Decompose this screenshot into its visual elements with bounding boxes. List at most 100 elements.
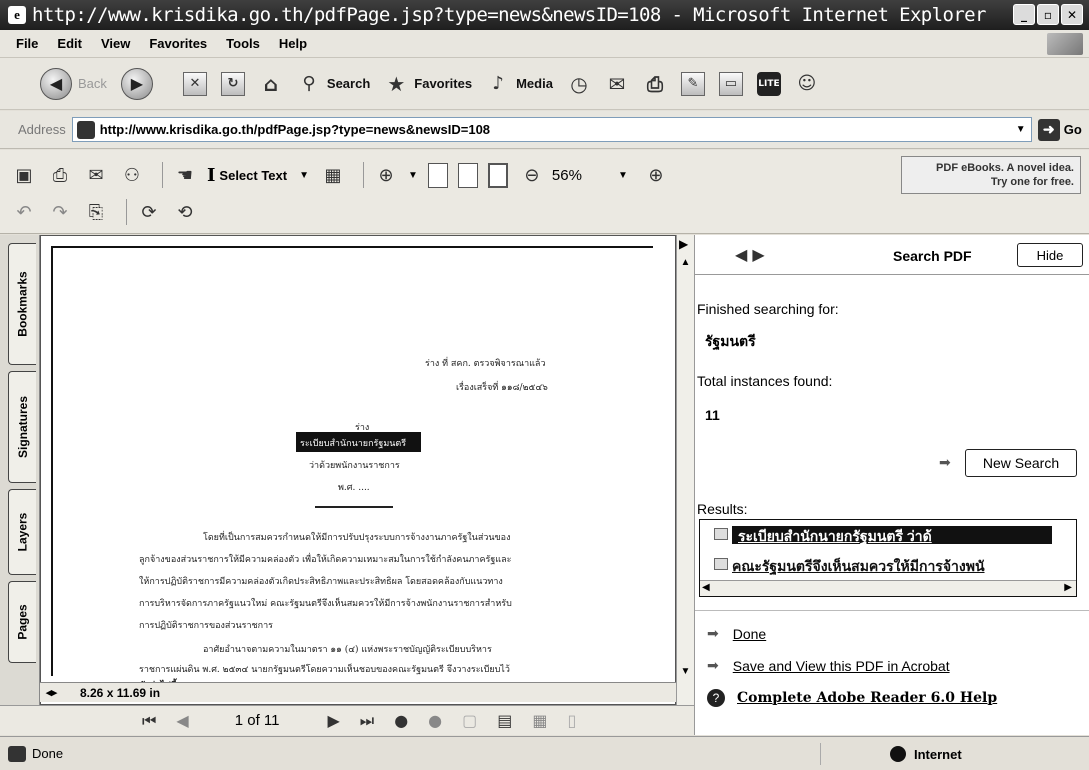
go-button[interactable]: ➜ Go xyxy=(1037,118,1082,141)
chevron-down-icon[interactable]: ▼ xyxy=(299,170,309,181)
back-button-label[interactable]: Back xyxy=(78,76,107,91)
go-forward-view-icon[interactable]: ● xyxy=(428,711,442,730)
menu-help[interactable]: Help xyxy=(279,36,307,51)
print-icon[interactable]: ⎙ xyxy=(643,72,667,96)
scroll-right-icon[interactable]: ▶ xyxy=(1064,582,1072,593)
media-icon[interactable]: ♪ xyxy=(486,72,510,96)
new-search-button[interactable]: New Search xyxy=(965,449,1077,477)
menu-edit[interactable]: Edit xyxy=(57,36,82,51)
fit-page-icon[interactable] xyxy=(457,162,478,188)
search-icon[interactable]: ⚲ xyxy=(297,72,321,96)
print-icon[interactable]: ⎙ xyxy=(46,161,74,189)
go-label[interactable]: Go xyxy=(1064,122,1082,137)
back-forward-arrows-icon[interactable]: ◀ ▶ xyxy=(735,245,765,264)
zoom-level[interactable]: 56% xyxy=(552,167,582,184)
favorites-star-icon[interactable]: ★ xyxy=(384,72,408,96)
facing-pages-icon[interactable]: ▦ xyxy=(532,711,547,730)
horizontal-scrollbar[interactable]: ◀ ▶ xyxy=(700,580,1076,596)
rotate-counterclockwise-icon[interactable]: ⟲ xyxy=(171,198,199,226)
maximize-button[interactable]: ▫ xyxy=(1037,4,1059,25)
tab-signatures[interactable]: Signatures xyxy=(8,371,36,483)
select-text-label[interactable]: Select Text xyxy=(219,168,287,183)
save-acrobat-link-text[interactable]: Save and View this PDF in Acrobat xyxy=(733,658,950,674)
forward-arrow-icon[interactable]: ▶ xyxy=(120,67,153,100)
zoom-out-icon[interactable]: ⊖ xyxy=(518,161,546,189)
pane-toggle-icon[interactable]: ▶ xyxy=(679,237,688,251)
result-item[interactable]: คณะรัฐมนตรีจึงเห็นสมควรให้มีการจ้างพนั xyxy=(732,556,1068,578)
chevron-down-icon[interactable]: ▼ xyxy=(408,170,418,181)
ie-window: e http://www.krisdika.go.th/pdfPage.jsp?… xyxy=(0,0,1089,770)
scroll-down-icon[interactable]: ▼ xyxy=(678,666,693,681)
next-page-icon[interactable]: ▶ xyxy=(327,711,339,730)
rotate-forward-icon[interactable]: ↷ xyxy=(46,198,74,226)
tab-bookmarks[interactable]: Bookmarks xyxy=(8,243,36,365)
vertical-scrollbar[interactable]: ▶ ▲ ▼ xyxy=(676,235,694,705)
menu-file[interactable]: File xyxy=(16,36,38,51)
result-item[interactable]: ระเบียบสำนักนายกรัฐมนตรี ว่าด้ xyxy=(732,526,1052,544)
refresh-icon[interactable]: ↻ xyxy=(220,71,245,96)
find-binoculars-icon[interactable]: ⚇ xyxy=(118,161,146,189)
doc-center-4: พ.ศ. .... xyxy=(338,483,370,493)
close-button[interactable]: ✕ xyxy=(1061,4,1083,25)
media-button[interactable]: Media xyxy=(516,76,553,91)
result-item-text[interactable]: ระเบียบสำนักนายกรัฐมนตรี ว่าด้ xyxy=(738,528,932,544)
doc-para-line: ให้การปฏิบัติราชการมีความคล่องตัวเกิดประ… xyxy=(139,577,503,587)
menu-favorites[interactable]: Favorites xyxy=(149,36,207,51)
help-link[interactable]: ? Complete Adobe Reader 6.0 Help xyxy=(707,689,997,707)
actual-size-icon[interactable] xyxy=(427,162,448,188)
select-text-tool[interactable]: I Select Text ▼ xyxy=(207,165,309,186)
messenger-icon[interactable]: ☺ xyxy=(795,72,819,96)
mail-icon[interactable]: ✉ xyxy=(605,72,629,96)
ebook-ad-button[interactable]: PDF eBooks. A novel idea. Try one for fr… xyxy=(901,156,1081,194)
menu-tools[interactable]: Tools xyxy=(226,36,260,51)
fit-width-icon[interactable] xyxy=(487,162,508,188)
menu-view[interactable]: View xyxy=(101,36,130,51)
favorites-button[interactable]: Favorites xyxy=(414,76,472,91)
go-arrow-icon[interactable]: ➜ xyxy=(1037,118,1060,141)
first-page-icon[interactable]: ⏮ xyxy=(142,711,156,731)
pdf-document-view[interactable]: ร่าง ที่ สคก. ตรวจพิจารณาแล้ว เรื่องเสร็… xyxy=(40,235,676,705)
address-url[interactable]: http://www.krisdika.go.th/pdfPage.jsp?ty… xyxy=(100,122,1011,137)
done-link[interactable]: ➡ Done xyxy=(707,625,766,642)
rotate-back-icon[interactable]: ↶ xyxy=(10,198,38,226)
split-handle-icon[interactable]: ◂▸ xyxy=(46,686,57,699)
minimize-button[interactable]: _ xyxy=(1013,4,1035,25)
messenger-lite-icon[interactable]: LITE xyxy=(756,71,781,96)
edit-icon[interactable]: ✎ xyxy=(680,71,705,96)
copy-icon[interactable]: ⎘ xyxy=(82,198,110,226)
zoom-in-icon[interactable]: ⊕ xyxy=(642,161,670,189)
continuous-page-icon[interactable]: ▤ xyxy=(497,711,512,730)
last-page-icon[interactable]: ⏭ xyxy=(360,711,374,731)
help-link-text[interactable]: Complete Adobe Reader 6.0 Help xyxy=(737,690,997,706)
scroll-up-icon[interactable]: ▲ xyxy=(678,257,693,272)
address-input[interactable]: http://www.krisdika.go.th/pdfPage.jsp?ty… xyxy=(71,117,1032,142)
chevron-down-icon[interactable]: ▼ xyxy=(618,170,628,181)
history-icon[interactable]: ◷ xyxy=(567,72,591,96)
save-icon[interactable]: ▣ xyxy=(10,161,38,189)
page-indicator[interactable]: 1 of 11 xyxy=(235,712,280,729)
discuss-icon[interactable]: ▭ xyxy=(718,71,743,96)
status-bar: Done Internet xyxy=(0,736,1089,770)
search-button[interactable]: Search xyxy=(327,76,370,91)
snapshot-icon[interactable]: ▦ xyxy=(319,161,347,189)
save-acrobat-link[interactable]: ➡ Save and View this PDF in Acrobat xyxy=(707,657,950,674)
zoom-in-icon[interactable]: ⊕ xyxy=(372,161,400,189)
hide-button[interactable]: Hide xyxy=(1017,243,1083,267)
chevron-down-icon[interactable]: ▼ xyxy=(1011,124,1031,135)
email-icon[interactable]: ✉ xyxy=(82,161,110,189)
home-icon[interactable]: ⌂ xyxy=(259,72,283,96)
doc-center-2: ระเบียบสำนักนายกรัฐมนตรี xyxy=(300,439,407,449)
go-back-view-icon[interactable]: ● xyxy=(394,711,408,730)
tab-pages[interactable]: Pages xyxy=(8,581,36,663)
tab-layers[interactable]: Layers xyxy=(8,489,36,575)
rotate-clockwise-icon[interactable]: ⟳ xyxy=(135,198,163,226)
hand-tool-icon[interactable]: ☚ xyxy=(171,161,199,189)
done-link-text[interactable]: Done xyxy=(733,626,766,642)
search-pane-title: Search PDF xyxy=(893,248,972,264)
continuous-facing-icon[interactable]: ▯ xyxy=(568,711,577,730)
back-arrow-icon[interactable]: ◀ xyxy=(40,67,72,100)
stop-icon[interactable]: ✕ xyxy=(182,71,207,96)
single-page-icon[interactable]: ▢ xyxy=(462,711,477,730)
scroll-left-icon[interactable]: ◀ xyxy=(702,582,710,593)
previous-page-icon[interactable]: ◀ xyxy=(176,711,188,730)
